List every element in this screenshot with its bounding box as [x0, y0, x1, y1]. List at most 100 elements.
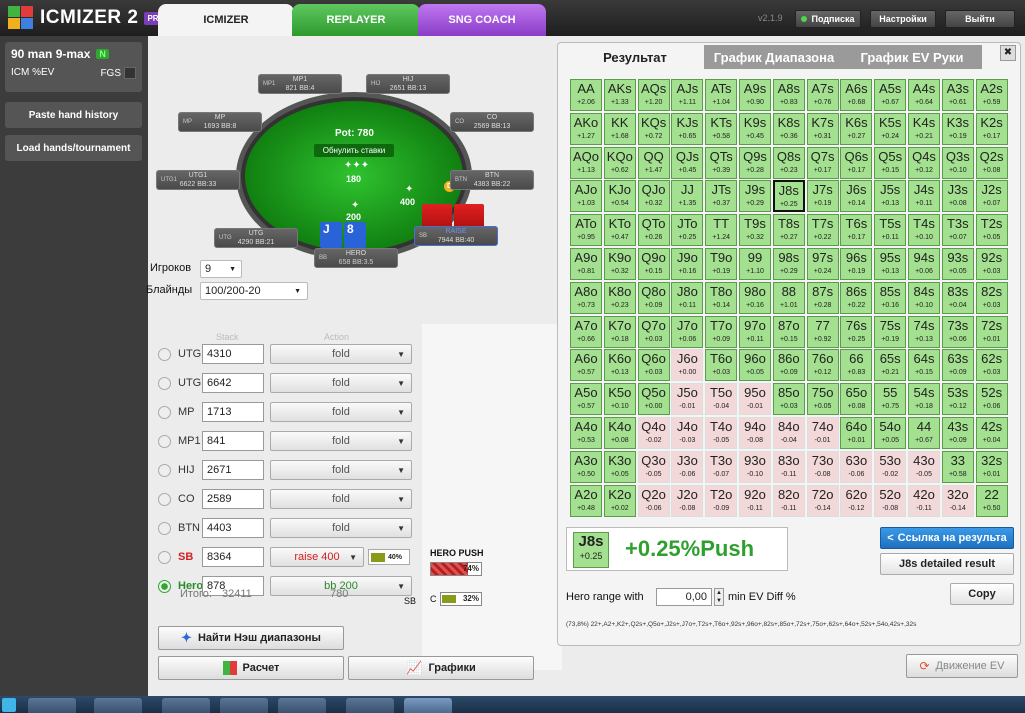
range-cell[interactable]: 99 +1.10 — [739, 248, 771, 280]
range-cell[interactable]: A7s +0.76 — [806, 79, 839, 111]
range-cell[interactable]: 62s +0.03 — [975, 349, 1008, 382]
range-cell[interactable]: J8o +0.11 — [671, 281, 704, 314]
taskbar-item-app2[interactable] — [94, 698, 142, 713]
range-cell[interactable]: K3o +0.05 — [603, 450, 636, 483]
range-cell[interactable]: 86o +0.09 — [772, 349, 805, 382]
range-cell[interactable]: KTs +0.58 — [705, 112, 738, 145]
range-cell[interactable]: 77 +0.92 — [806, 315, 839, 348]
stack-input-utg1[interactable]: 6642 — [202, 373, 264, 393]
stack-input-mp[interactable]: 1713 — [202, 402, 264, 422]
range-cell[interactable]: Q8o +0.09 — [637, 281, 670, 314]
stack-input-utg[interactable]: 4310 — [202, 344, 264, 364]
range-cell[interactable]: KK +1.68 — [603, 112, 636, 145]
players-select[interactable]: 9 ▼ — [200, 260, 242, 278]
stack-input-btn[interactable]: 4403 — [202, 518, 264, 538]
range-cell[interactable]: K4o +0.08 — [603, 417, 636, 449]
load-hands-button[interactable]: Load hands/tournament — [5, 135, 142, 161]
range-cell[interactable]: 96s +0.19 — [840, 248, 873, 280]
seat-hero[interactable]: BB HERO 658 BB:3.5 — [314, 248, 398, 268]
range-cell[interactable]: A7o +0.66 — [570, 315, 602, 348]
range-cell[interactable]: JTs +0.37 — [705, 180, 738, 213]
range-cell[interactable]: 82o -0.11 — [772, 484, 805, 517]
range-cell[interactable]: 76s +0.25 — [840, 315, 873, 348]
copy-button[interactable]: Copy — [950, 583, 1014, 605]
range-cell[interactable]: 98s +0.29 — [772, 248, 805, 280]
range-cell[interactable]: QJo +0.32 — [637, 180, 670, 213]
range-cell[interactable]: T3o -0.07 — [705, 450, 738, 483]
range-cell[interactable]: Q9s +0.28 — [739, 146, 771, 179]
range-cell[interactable]: Q3s +0.10 — [941, 146, 974, 179]
range-cell[interactable]: Q2s +0.08 — [975, 146, 1008, 179]
range-cell[interactable]: K8s +0.36 — [772, 112, 805, 145]
range-cell[interactable]: 22 +0.50 — [975, 484, 1008, 517]
share-link-button[interactable]: < Ссылка на результа — [880, 527, 1014, 549]
range-cell[interactable]: 74o -0.01 — [806, 417, 839, 449]
range-cell[interactable]: 93o -0.10 — [739, 450, 771, 483]
range-cell[interactable]: A5s +0.67 — [874, 79, 907, 111]
range-cell[interactable]: T4s +0.10 — [908, 214, 940, 247]
seat-mp[interactable]: MP MP 1693 BB:8 — [178, 112, 262, 132]
detailed-result-button[interactable]: J8s detailed result — [880, 553, 1014, 575]
tab-replayer[interactable]: REPLAYER — [292, 4, 420, 36]
taskbar-item-skype[interactable] — [220, 698, 268, 713]
position-radio-btn[interactable] — [158, 522, 171, 535]
range-cell[interactable]: A2o +0.48 — [570, 484, 602, 517]
ev-movement-button[interactable]: ⟳ Движение EV — [906, 654, 1018, 678]
range-cell[interactable]: 63s +0.09 — [941, 349, 974, 382]
range-cell[interactable]: K6o +0.13 — [603, 349, 636, 382]
range-cell[interactable]: J2o -0.08 — [671, 484, 704, 517]
range-cell[interactable]: K5s +0.24 — [874, 112, 907, 145]
range-cell[interactable]: Q7o +0.03 — [637, 315, 670, 348]
range-cell[interactable]: J3s +0.08 — [941, 180, 974, 213]
stack-input-hij[interactable]: 2671 — [202, 460, 264, 480]
range-cell[interactable]: 43o -0.05 — [908, 450, 940, 483]
tab-ev-chart[interactable]: График EV Руки — [842, 45, 982, 69]
range-cell[interactable]: J5o -0.01 — [671, 383, 704, 416]
range-cell[interactable]: J2s +0.07 — [975, 180, 1008, 213]
range-cell[interactable]: K7s +0.31 — [806, 112, 839, 145]
range-cell[interactable]: J7s +0.19 — [806, 180, 839, 213]
find-nash-button[interactable]: ✦ Найти Нэш диапазоны — [158, 626, 344, 650]
range-cell[interactable]: 54o +0.05 — [874, 417, 907, 449]
action-select-sb[interactable]: raise 400 ▼ — [270, 547, 364, 567]
range-cell[interactable]: 65o +0.08 — [840, 383, 873, 416]
range-cell[interactable]: T5s +0.11 — [874, 214, 907, 247]
range-cell[interactable]: A4s +0.64 — [908, 79, 940, 111]
range-cell[interactable]: 75o +0.05 — [806, 383, 839, 416]
range-cell[interactable]: T5o -0.04 — [705, 383, 738, 416]
range-cell[interactable]: J6o +0.00 — [671, 349, 704, 382]
position-radio-hero[interactable] — [158, 580, 171, 593]
range-cell[interactable]: 32o -0.14 — [941, 484, 974, 517]
range-cell[interactable]: KTo +0.47 — [603, 214, 636, 247]
seat-utg[interactable]: UTG UTG 4290 BB:21 — [214, 228, 298, 248]
range-cell[interactable]: 93s +0.05 — [941, 248, 974, 280]
tab-icmizer[interactable]: ICMIZER — [158, 4, 294, 36]
range-cell[interactable]: 63o -0.06 — [840, 450, 873, 483]
action-select-hij[interactable]: fold ▼ — [270, 460, 412, 480]
range-cell[interactable]: 62o -0.12 — [840, 484, 873, 517]
range-cell[interactable]: Q6s +0.17 — [840, 146, 873, 179]
range-cell[interactable]: 97o +0.11 — [739, 315, 771, 348]
action-select-utg[interactable]: fold ▼ — [270, 344, 412, 364]
range-cell[interactable]: 44 +0.67 — [908, 417, 940, 449]
range-cell[interactable]: 85s +0.16 — [874, 281, 907, 314]
range-cell[interactable]: 87s +0.28 — [806, 281, 839, 314]
raise-size-box[interactable]: 40% — [368, 549, 410, 565]
range-cell[interactable]: 53o -0.02 — [874, 450, 907, 483]
range-cell[interactable]: A3s +0.61 — [941, 79, 974, 111]
close-icon[interactable]: ✖ — [1000, 45, 1016, 61]
stepper-icon[interactable]: ▲ ▼ — [714, 588, 724, 606]
range-string[interactable]: (73,8%) 22+,A2+,K2+,Q2s+,Q5o+,J2s+,J7o+,… — [566, 621, 1016, 628]
start-icon[interactable] — [2, 698, 16, 712]
seat-hij[interactable]: HIJ HIJ 2651 BB:13 — [366, 74, 450, 94]
range-cell[interactable]: K8o +0.23 — [603, 281, 636, 314]
range-cell[interactable]: ATo +0.95 — [570, 214, 602, 247]
range-cell[interactable]: Q8s +0.23 — [772, 146, 805, 179]
range-cell[interactable]: 94o -0.08 — [739, 417, 771, 449]
range-cell[interactable]: Q4o -0.02 — [637, 417, 670, 449]
action-select-btn[interactable]: fold ▼ — [270, 518, 412, 538]
range-cell[interactable]: 75s +0.19 — [874, 315, 907, 348]
range-cell[interactable]: 76o +0.12 — [806, 349, 839, 382]
range-cell[interactable]: 97s +0.24 — [806, 248, 839, 280]
range-cell[interactable]: QTo +0.26 — [637, 214, 670, 247]
